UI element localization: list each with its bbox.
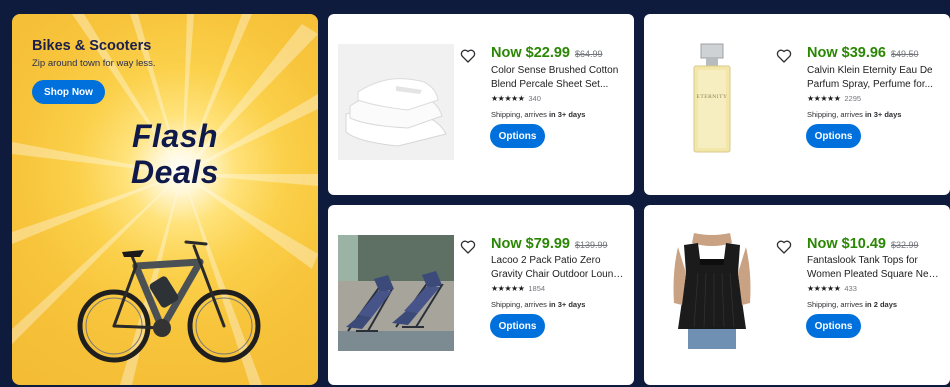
options-button[interactable]: Options bbox=[806, 124, 861, 148]
product-title-line2: Women Pleated Square Neck... bbox=[807, 269, 943, 280]
white-pillows-image bbox=[338, 44, 454, 160]
star-rating-icon: ★★★★★ bbox=[807, 94, 841, 103]
was-price: $49.50 bbox=[891, 49, 919, 59]
flash-deals-heading-line1: Flash bbox=[131, 118, 219, 154]
current-price: Now $22.99 bbox=[491, 45, 570, 61]
review-count: 340 bbox=[528, 94, 541, 103]
was-price: $32.99 bbox=[891, 240, 919, 250]
shipping-days: in 3+ days bbox=[548, 110, 586, 119]
shipping-days: in 3+ days bbox=[548, 300, 586, 309]
shipping-prefix: Shipping, arrives bbox=[807, 300, 863, 309]
was-price: $64.99 bbox=[575, 49, 603, 59]
was-price: $139.99 bbox=[575, 240, 608, 250]
price-row: Now $39.96 $49.50 bbox=[807, 45, 919, 61]
star-rating-icon: ★★★★★ bbox=[491, 284, 525, 293]
heart-favorite-icon[interactable] bbox=[460, 239, 476, 255]
black-tank-top-image bbox=[654, 233, 770, 349]
product-title-line2: Parfum Spray, Perfume for... bbox=[807, 79, 933, 90]
shipping-days: in 2 days bbox=[864, 300, 898, 309]
review-count: 433 bbox=[844, 284, 857, 293]
shipping-info: Shipping, arrives in 3+ days bbox=[491, 300, 585, 309]
shipping-prefix: Shipping, arrives bbox=[491, 300, 547, 309]
options-button[interactable]: Options bbox=[490, 124, 545, 148]
promo-subtitle: Zip around town for way less. bbox=[32, 58, 156, 69]
product-title[interactable]: Fantaslook Tank Tops for Women Pleated S… bbox=[807, 254, 943, 282]
shipping-days: in 3+ days bbox=[864, 110, 902, 119]
review-count: 1854 bbox=[528, 284, 546, 293]
current-price: Now $79.99 bbox=[491, 236, 570, 252]
heart-favorite-icon[interactable] bbox=[460, 48, 476, 64]
product-title-line2: Gravity Chair Outdoor Loung... bbox=[491, 269, 627, 280]
product-title[interactable]: Color Sense Brushed Cotton Blend Percale… bbox=[491, 64, 627, 92]
shipping-info: Shipping, arrives in 3+ days bbox=[491, 110, 585, 119]
rating: ★★★★★ 340 bbox=[491, 94, 541, 103]
product-title[interactable]: Lacoo 2 Pack Patio Zero Gravity Chair Ou… bbox=[491, 254, 627, 282]
options-button[interactable]: Options bbox=[490, 314, 545, 338]
product-card-perfume[interactable]: ETERNITY Now $39.96 $49.50 Calvin Klein … bbox=[644, 14, 950, 195]
price-row: Now $10.49 $32.99 bbox=[807, 236, 919, 252]
shipping-info: Shipping, arrives in 3+ days bbox=[807, 110, 901, 119]
product-title-line2: Blend Percale Sheet Set... bbox=[491, 79, 609, 90]
electric-bike-image bbox=[77, 240, 261, 363]
product-card-patio-chairs[interactable]: Now $79.99 $139.99 Lacoo 2 Pack Patio Ze… bbox=[328, 205, 634, 385]
heart-favorite-icon[interactable] bbox=[776, 48, 792, 64]
rating: ★★★★★ 1854 bbox=[491, 284, 545, 293]
product-title[interactable]: Calvin Klein Eternity Eau De Parfum Spra… bbox=[807, 64, 943, 92]
product-title-line1: Calvin Klein Eternity Eau De bbox=[807, 65, 933, 76]
current-price: Now $39.96 bbox=[807, 45, 886, 61]
product-card-sheets[interactable]: Now $22.99 $64.99 Color Sense Brushed Co… bbox=[328, 14, 634, 195]
star-rating-icon: ★★★★★ bbox=[807, 284, 841, 293]
current-price: Now $10.49 bbox=[807, 236, 886, 252]
product-title-line1: Fantaslook Tank Tops for bbox=[807, 255, 918, 266]
flash-deals-heading-line2: Deals bbox=[131, 154, 219, 190]
promo-title: Bikes & Scooters bbox=[32, 38, 152, 54]
price-row: Now $79.99 $139.99 bbox=[491, 236, 608, 252]
product-title-line1: Color Sense Brushed Cotton bbox=[491, 65, 619, 76]
perfume-bottle-label: ETERNITY bbox=[697, 94, 728, 100]
shop-now-button[interactable]: Shop Now bbox=[32, 80, 105, 104]
options-button[interactable]: Options bbox=[806, 314, 861, 338]
rating: ★★★★★ 433 bbox=[807, 284, 857, 293]
price-row: Now $22.99 $64.99 bbox=[491, 45, 603, 61]
rating: ★★★★★ 2295 bbox=[807, 94, 861, 103]
heart-favorite-icon[interactable] bbox=[776, 239, 792, 255]
review-count: 2295 bbox=[844, 94, 862, 103]
flash-deals-promo[interactable]: Bikes & Scooters Zip around town for way… bbox=[12, 14, 318, 385]
shipping-info: Shipping, arrives in 2 days bbox=[807, 300, 897, 309]
star-rating-icon: ★★★★★ bbox=[491, 94, 525, 103]
patio-chairs-image bbox=[338, 235, 454, 351]
product-card-tank-top[interactable]: Now $10.49 $32.99 Fantaslook Tank Tops f… bbox=[644, 205, 950, 385]
product-title-line1: Lacoo 2 Pack Patio Zero bbox=[491, 255, 601, 266]
shipping-prefix: Shipping, arrives bbox=[807, 110, 863, 119]
shipping-prefix: Shipping, arrives bbox=[491, 110, 547, 119]
perfume-bottle-image: ETERNITY bbox=[654, 42, 770, 158]
